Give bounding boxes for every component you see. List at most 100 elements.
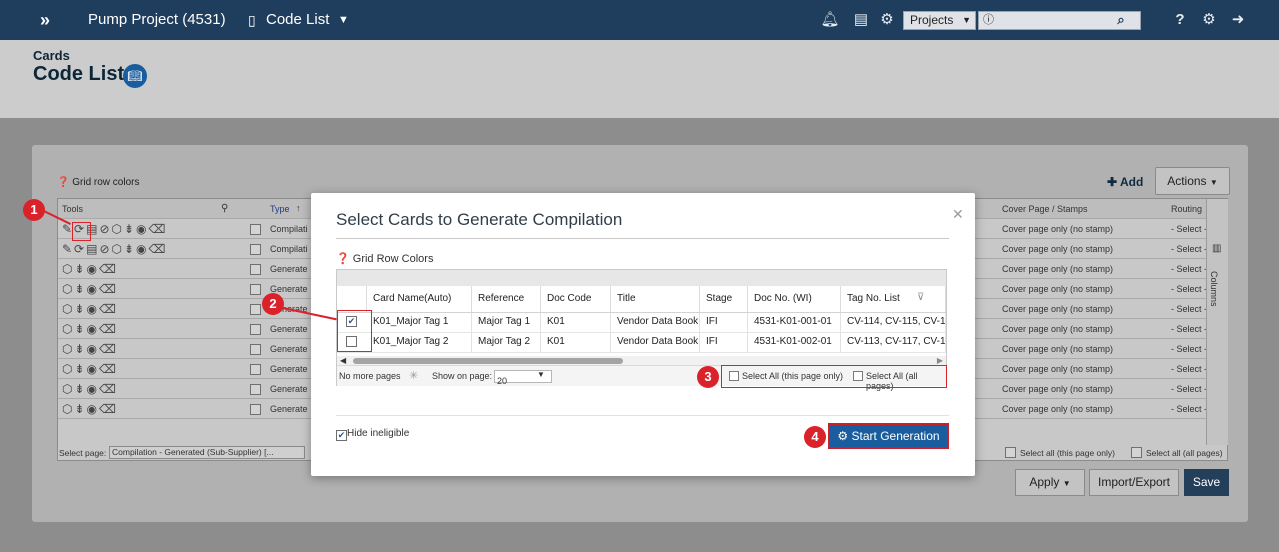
refresh-icon[interactable]: ✳	[409, 369, 418, 382]
bell-icon[interactable]: 🔔︎	[820, 10, 840, 30]
row-routing[interactable]: - Select -	[1171, 324, 1207, 334]
select-page-dropdown[interactable]: Compilation - Generated (Sub-Supplier) […	[109, 446, 305, 459]
row-routing[interactable]: - Select -	[1171, 364, 1207, 374]
row-checkbox[interactable]	[250, 224, 261, 235]
generate-compilation-dialog: Select Cards to Generate Compilation ✕ ❓…	[311, 193, 975, 476]
save-button[interactable]: Save	[1184, 469, 1229, 496]
column-header-tools[interactable]: Tools	[62, 204, 83, 214]
header-divider	[337, 312, 946, 313]
select-all-pages-checkbox[interactable]	[1131, 447, 1142, 458]
row-checkbox[interactable]	[250, 244, 261, 255]
row-routing[interactable]: - Select -	[1171, 344, 1207, 354]
row-cover-page[interactable]: Cover page only (no stamp)	[1002, 244, 1113, 254]
document-icon: ▯	[248, 12, 256, 28]
cell-doc-no: 4531-K01-001-01	[748, 312, 841, 332]
columns-side-panel[interactable]: ▥ Columns	[1206, 199, 1228, 445]
column-header-cover[interactable]: Cover Page / Stamps	[1002, 204, 1088, 214]
row-tools-icons[interactable]: ⬡⇟◉⌫	[62, 382, 118, 396]
select-all-page-checkbox[interactable]	[1005, 447, 1016, 458]
project-breadcrumb[interactable]: Pump Project (4531)	[88, 0, 226, 40]
search-icon[interactable]: ⌕	[1111, 10, 1131, 30]
filter-icon[interactable]: ⊽	[917, 292, 924, 303]
row-tools-icons[interactable]: ⬡⇟◉⌫	[62, 282, 118, 296]
grid-row-colors-link[interactable]: ❓ Grid row colors	[57, 177, 139, 188]
column-header[interactable]: Reference	[472, 286, 541, 312]
row-cover-page[interactable]: Cover page only (no stamp)	[1002, 364, 1113, 374]
hide-ineligible-checkbox[interactable]: ✔	[336, 430, 347, 441]
row-tools-icons[interactable]: ⬡⇟◉⌫	[62, 402, 118, 416]
row-cover-page[interactable]: Cover page only (no stamp)	[1002, 384, 1113, 394]
menu-chevrons-icon[interactable]: »	[40, 0, 50, 40]
column-header[interactable]: Tag No. List	[841, 286, 946, 312]
chevron-down-icon[interactable]: ▼	[338, 0, 349, 40]
add-button[interactable]: ✚ Add	[1107, 175, 1143, 189]
select-all-page-label: Select all (this page only)	[1020, 448, 1115, 458]
row-type: Generate	[270, 384, 308, 394]
pin-icon[interactable]: ⚲	[221, 203, 228, 214]
column-header-routing[interactable]: Routing	[1171, 204, 1202, 214]
row-routing[interactable]: - Select -	[1171, 304, 1207, 314]
column-header[interactable]: Title	[611, 286, 700, 312]
row-tools-icons[interactable]: ⬡⇟◉⌫	[62, 362, 118, 376]
column-header[interactable]: Doc Code	[541, 286, 611, 312]
row-checkbox[interactable]	[250, 324, 261, 335]
row-checkbox[interactable]	[250, 284, 261, 295]
search-scope-select[interactable]: Projects ▼	[903, 11, 976, 30]
row-tools-icons[interactable]: ⬡⇟◉⌫	[62, 322, 118, 336]
scroll-left-icon[interactable]: ◀	[340, 356, 346, 365]
row-routing[interactable]: - Select -	[1171, 284, 1207, 294]
no-more-pages-label: No more pages	[339, 371, 401, 381]
column-header[interactable]: Card Name(Auto)	[367, 286, 472, 312]
hide-ineligible-label: Hide ineligible	[347, 428, 410, 439]
import-export-button[interactable]: Import/Export	[1089, 469, 1179, 496]
row-checkbox[interactable]	[250, 344, 261, 355]
row-tools-icons[interactable]: ✎⟳▤⊘⬡⇟◉⌫	[62, 242, 167, 256]
row-tools-icons[interactable]: ⬡⇟◉⌫	[62, 342, 118, 356]
logout-icon[interactable]: ➜	[1228, 10, 1248, 30]
page-breadcrumb[interactable]: Code List	[266, 0, 329, 40]
row-cover-page[interactable]: Cover page only (no stamp)	[1002, 224, 1113, 234]
start-generation-button[interactable]: ⚙ Start Generation	[828, 423, 949, 449]
row-cover-page[interactable]: Cover page only (no stamp)	[1002, 264, 1113, 274]
apply-button[interactable]: Apply ▼	[1015, 469, 1085, 496]
column-header[interactable]: Stage	[700, 286, 748, 312]
scroll-right-icon[interactable]: ▶	[937, 356, 943, 365]
row-cover-page[interactable]: Cover page only (no stamp)	[1002, 344, 1113, 354]
row-routing[interactable]: - Select -	[1171, 264, 1207, 274]
book-icon[interactable]: 📖︎	[123, 64, 147, 88]
row-cover-page[interactable]: Cover page only (no stamp)	[1002, 404, 1113, 414]
callout-box-2	[337, 310, 372, 352]
breadcrumb[interactable]: Cards	[33, 48, 70, 63]
row-cover-page[interactable]: Cover page only (no stamp)	[1002, 284, 1113, 294]
row-tools-icons[interactable]: ⬡⇟◉⌫	[62, 262, 118, 276]
row-routing[interactable]: - Select -	[1171, 224, 1207, 234]
row-checkbox[interactable]	[250, 364, 261, 375]
actions-button[interactable]: Actions ▼	[1155, 167, 1230, 195]
row-cover-page[interactable]: Cover page only (no stamp)	[1002, 324, 1113, 334]
row-tools-icons[interactable]: ⬡⇟◉⌫	[62, 302, 118, 316]
help-icon[interactable]: ?	[1170, 10, 1190, 30]
cell-doc-code: K01	[541, 332, 611, 352]
column-header-type[interactable]: Type	[270, 204, 290, 214]
close-icon[interactable]: ✕	[952, 206, 964, 223]
row-checkbox[interactable]	[250, 384, 261, 395]
row-checkbox[interactable]	[250, 404, 261, 415]
gear-icon: ⚙	[837, 429, 849, 443]
hide-ineligible-toggle[interactable]: ✔ Hide ineligible	[336, 428, 409, 441]
cell-title: Vendor Data Book	[611, 332, 700, 352]
row-checkbox[interactable]	[250, 304, 261, 315]
column-header[interactable]: Doc No. (WI)	[748, 286, 841, 312]
row-checkbox[interactable]	[250, 264, 261, 275]
clock-report-icon[interactable]: ▤	[851, 10, 871, 30]
chevron-down-icon: ▼	[1209, 178, 1218, 187]
row-routing[interactable]: - Select -	[1171, 384, 1207, 394]
grid-row-colors-link[interactable]: ❓ Grid Row Colors	[336, 252, 433, 265]
gears-icon[interactable]: ⚙	[877, 10, 897, 30]
row-routing[interactable]: - Select -	[1171, 244, 1207, 254]
column-header-select	[337, 286, 367, 312]
cell-doc-no: 4531-K01-002-01	[748, 332, 841, 352]
scrollbar-thumb[interactable]	[353, 358, 623, 364]
row-cover-page[interactable]: Cover page only (no stamp)	[1002, 304, 1113, 314]
settings-icon[interactable]: ⚙	[1199, 10, 1219, 30]
row-routing[interactable]: - Select -	[1171, 404, 1207, 414]
